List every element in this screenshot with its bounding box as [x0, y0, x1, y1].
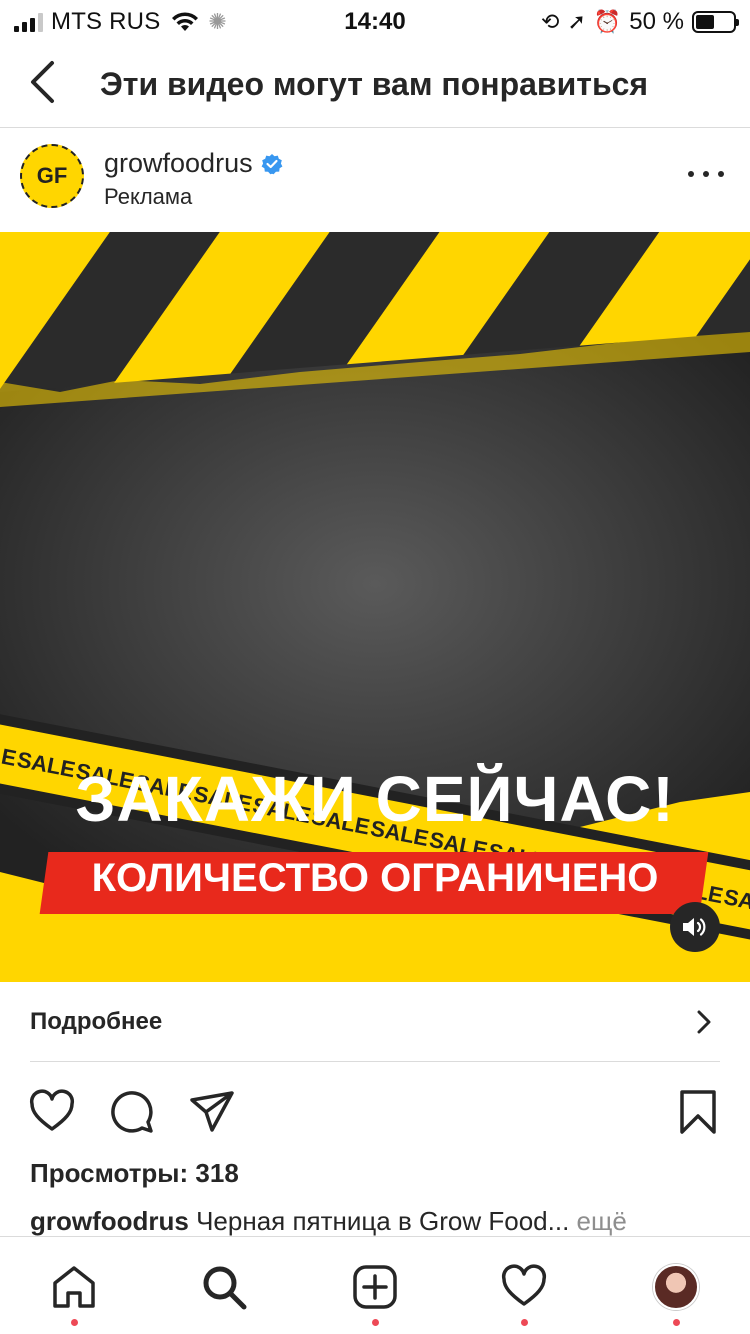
send-icon[interactable] — [188, 1088, 236, 1136]
avatar-logo-text: GF — [36, 163, 68, 188]
post-actions — [0, 1080, 750, 1140]
alarm-icon: ⏰ — [593, 9, 622, 34]
nav-header: Эти видео могут вам понравиться — [0, 44, 750, 128]
ad-subhead: КОЛИЧЕСТВО ОГРАНИЧЕНО — [91, 856, 659, 900]
page-title: Эти видео могут вам понравиться — [100, 66, 649, 102]
ad-headline: ЗАКАЖИ СЕЙЧАС! — [75, 763, 675, 835]
profile-avatar — [653, 1264, 699, 1310]
tab-home[interactable] — [48, 1261, 100, 1313]
bottom-tab-bar — [0, 1236, 750, 1334]
caption-username[interactable]: growfoodrus — [30, 1206, 189, 1236]
back-button[interactable] — [18, 58, 66, 106]
post-header: GF growfoodrus Реклама — [0, 128, 750, 232]
learn-more-row[interactable]: Подробнее — [30, 982, 720, 1062]
comment-icon[interactable] — [108, 1088, 156, 1136]
create-notification-dot — [372, 1319, 379, 1326]
profile-notification-dot — [673, 1319, 680, 1326]
learn-more-label: Подробнее — [30, 1008, 163, 1035]
home-notification-dot — [71, 1319, 78, 1326]
tab-create[interactable] — [349, 1261, 401, 1313]
chevron-left-icon — [31, 61, 54, 103]
heart-icon — [501, 1264, 547, 1306]
more-options-button[interactable] — [688, 162, 724, 186]
home-icon — [53, 1266, 95, 1308]
account-avatar[interactable]: GF — [20, 144, 84, 208]
view-count: Просмотры: 318 — [30, 1158, 239, 1188]
search-icon — [203, 1266, 247, 1310]
tab-activity[interactable] — [498, 1261, 550, 1313]
bookmark-icon[interactable] — [674, 1088, 722, 1136]
plus-square-icon — [353, 1265, 397, 1309]
heart-icon[interactable] — [28, 1088, 76, 1136]
battery-percent: 50 % — [629, 8, 684, 35]
username: growfoodrus — [104, 148, 253, 178]
chevron-right-icon — [697, 1010, 711, 1034]
battery-fill — [696, 15, 714, 29]
username-link[interactable]: growfoodrus — [104, 148, 283, 179]
ad-video[interactable]: SALE SALE SALE SALE SALE SALE SALE SALE SALE SALE… — [0, 232, 750, 982]
rotation-lock-icon: ⟲ — [541, 9, 560, 34]
status-right: ⟲ ➚ ⏰ 50 % — [541, 8, 739, 36]
tab-search[interactable] — [198, 1261, 250, 1313]
caption-more-link[interactable]: ещё — [569, 1206, 627, 1236]
activity-notification-dot — [521, 1319, 528, 1326]
caption-text: Черная пятница в Grow Food... — [188, 1206, 570, 1236]
verified-badge-icon — [261, 153, 282, 174]
status-bar: MTS RUS ✺ 14:40 ⟲ ➚ ⏰ 50 % — [0, 0, 750, 44]
tab-profile[interactable] — [650, 1261, 702, 1313]
more-horizontal-icon — [688, 171, 694, 177]
speaker-icon — [683, 918, 706, 936]
sponsored-label: Реклама — [104, 184, 193, 209]
location-icon: ➚ — [567, 9, 586, 34]
post-caption[interactable]: growfoodrus Черная пятница в Grow Food..… — [30, 1206, 720, 1237]
sound-toggle-button[interactable] — [670, 902, 720, 952]
battery-icon — [692, 11, 739, 33]
